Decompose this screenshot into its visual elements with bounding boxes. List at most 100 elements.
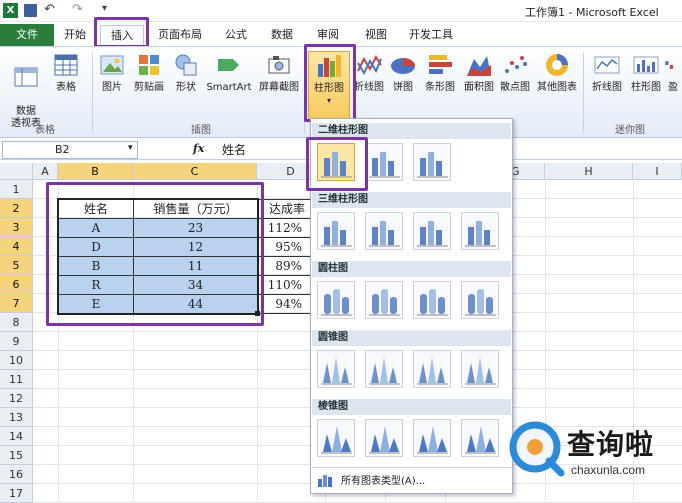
scatter-chart-label: 散点图 (500, 82, 530, 93)
excel-icon: X (3, 3, 18, 18)
all-chart-types-item[interactable]: 所有图表类型(A)... (315, 471, 509, 489)
cone-percent-icon (417, 357, 448, 385)
table-button[interactable]: 表格 (44, 51, 88, 111)
tab-developer[interactable]: 开发工具 (400, 25, 462, 45)
table-icon (54, 54, 78, 76)
save-icon[interactable] (24, 4, 37, 17)
tab-page-layout[interactable]: 页面布局 (152, 25, 208, 45)
3d-clustered-column-icon (321, 221, 352, 247)
row-header[interactable]: 8 (0, 313, 33, 332)
row-header[interactable]: 10 (0, 351, 33, 370)
cylinder-percent-option[interactable] (413, 281, 451, 319)
smartart-button[interactable]: SmartArt (204, 51, 254, 111)
scatter-chart-button[interactable]: 散点图 (496, 51, 534, 111)
cone-3d-icon (465, 357, 496, 385)
pivot-table-button[interactable]: 数据 透视表 (4, 51, 48, 129)
pivot-table-icon (14, 67, 38, 87)
3d-column-option[interactable] (461, 212, 499, 250)
area-chart-button[interactable]: 面积图 (460, 51, 498, 111)
row-header[interactable]: 15 (0, 446, 33, 465)
row-header[interactable]: 14 (0, 427, 33, 446)
rate-cell[interactable]: 89% (257, 256, 317, 276)
cylinder-3d-option[interactable] (461, 281, 499, 319)
rate-cell[interactable]: 112% (257, 218, 317, 238)
pyramid-stacked-option[interactable] (365, 419, 403, 457)
cone-stacked-option[interactable] (365, 350, 403, 388)
row-header[interactable]: 12 (0, 389, 33, 408)
pyramid-clustered-option[interactable] (317, 419, 355, 457)
column-header-i[interactable]: I (633, 163, 682, 180)
redo-icon[interactable]: ↷ (72, 2, 83, 17)
rate-cell[interactable]: 95% (257, 237, 317, 257)
gallery-footer-divider (312, 467, 511, 468)
sparkline-winloss-button[interactable]: 盈 (664, 51, 682, 111)
undo-icon[interactable]: ↶ (44, 2, 55, 17)
bar-chart-button[interactable]: 条形图 (420, 51, 460, 111)
sparkline-winloss-icon (665, 61, 673, 69)
pyramid-3d-option[interactable] (461, 419, 499, 457)
tab-home[interactable]: 开始 (58, 25, 92, 45)
header-rate-cell[interactable]: 达成率 (257, 199, 317, 219)
line-chart-icon (357, 54, 382, 76)
row-header[interactable]: 4 (0, 237, 33, 256)
row-header[interactable]: 5 (0, 256, 33, 275)
section-pyramid: 棱锥图 (312, 399, 511, 415)
pyramid-percent-option[interactable] (413, 419, 451, 457)
row-header[interactable]: 11 (0, 370, 33, 389)
column-header-b[interactable]: B (58, 163, 133, 180)
row-header[interactable]: 3 (0, 218, 33, 237)
3d-clustered-column-option[interactable] (317, 212, 355, 250)
cone-clustered-option[interactable] (317, 350, 355, 388)
name-box[interactable]: B2 (2, 141, 138, 159)
clipart-button[interactable]: 剪贴画 (130, 51, 168, 111)
row-header[interactable]: 13 (0, 408, 33, 427)
row-header[interactable]: 7 (0, 294, 33, 313)
sparkline-line-button[interactable]: 折线图 (586, 51, 628, 111)
screenshot-button[interactable]: 屏幕截图 (256, 51, 302, 111)
stacked-column-option[interactable] (365, 143, 403, 181)
other-charts-button[interactable]: 其他图表 (534, 51, 580, 111)
tab-file[interactable]: 文件 (0, 24, 54, 46)
scatter-chart-icon (505, 56, 527, 73)
tab-review[interactable]: 审阅 (308, 25, 348, 45)
formula-input[interactable]: 姓名 (222, 141, 246, 159)
cylinder-stacked-option[interactable] (365, 281, 403, 319)
row-header[interactable]: 6 (0, 275, 33, 294)
rate-cell[interactable]: 94% (257, 294, 317, 314)
percent-column-option[interactable] (413, 143, 451, 181)
qat-customize-icon[interactable]: ▾ (102, 3, 107, 14)
picture-icon (100, 55, 124, 75)
fx-button[interactable]: fx (193, 142, 204, 155)
3d-percent-column-option[interactable] (413, 212, 451, 250)
clipart-label: 剪贴画 (134, 82, 164, 93)
tab-data[interactable]: 数据 (262, 25, 302, 45)
select-all-corner[interactable] (0, 163, 33, 180)
namebox-dropdown-icon[interactable]: ▾ (128, 143, 133, 153)
shapes-button[interactable]: 形状 (168, 51, 204, 111)
row-header[interactable]: 16 (0, 465, 33, 484)
picture-button[interactable]: 图片 (94, 51, 130, 111)
row-header[interactable]: 2 (0, 199, 33, 218)
column-header-a[interactable]: A (33, 163, 58, 180)
row-header[interactable]: 9 (0, 332, 33, 351)
cone-stacked-icon (369, 357, 400, 385)
column-header-c[interactable]: C (133, 163, 257, 180)
column-header-h[interactable]: H (545, 163, 633, 180)
window-title: 工作簿1 - Microsoft Excel (525, 6, 659, 19)
3d-stacked-column-option[interactable] (365, 212, 403, 250)
sparkline-column-button[interactable]: 柱形图 (628, 51, 664, 111)
pie-chart-button[interactable]: 饼图 (386, 51, 420, 111)
tab-view[interactable]: 视图 (356, 25, 396, 45)
bar-chart-icon (429, 55, 452, 74)
rate-cell[interactable]: 110% (257, 275, 317, 295)
cone-percent-option[interactable] (413, 350, 451, 388)
cylinder-clustered-option[interactable] (317, 281, 355, 319)
tab-formulas[interactable]: 公式 (216, 25, 256, 45)
stacked-column-icon (369, 152, 400, 178)
cylinder-stacked-icon (369, 289, 400, 316)
row-header[interactable]: 17 (0, 484, 33, 503)
row-header[interactable]: 1 (0, 180, 33, 199)
cone-3d-option[interactable] (461, 350, 499, 388)
watermark-logo-icon (509, 421, 565, 477)
column-chart-highlight (304, 44, 356, 122)
